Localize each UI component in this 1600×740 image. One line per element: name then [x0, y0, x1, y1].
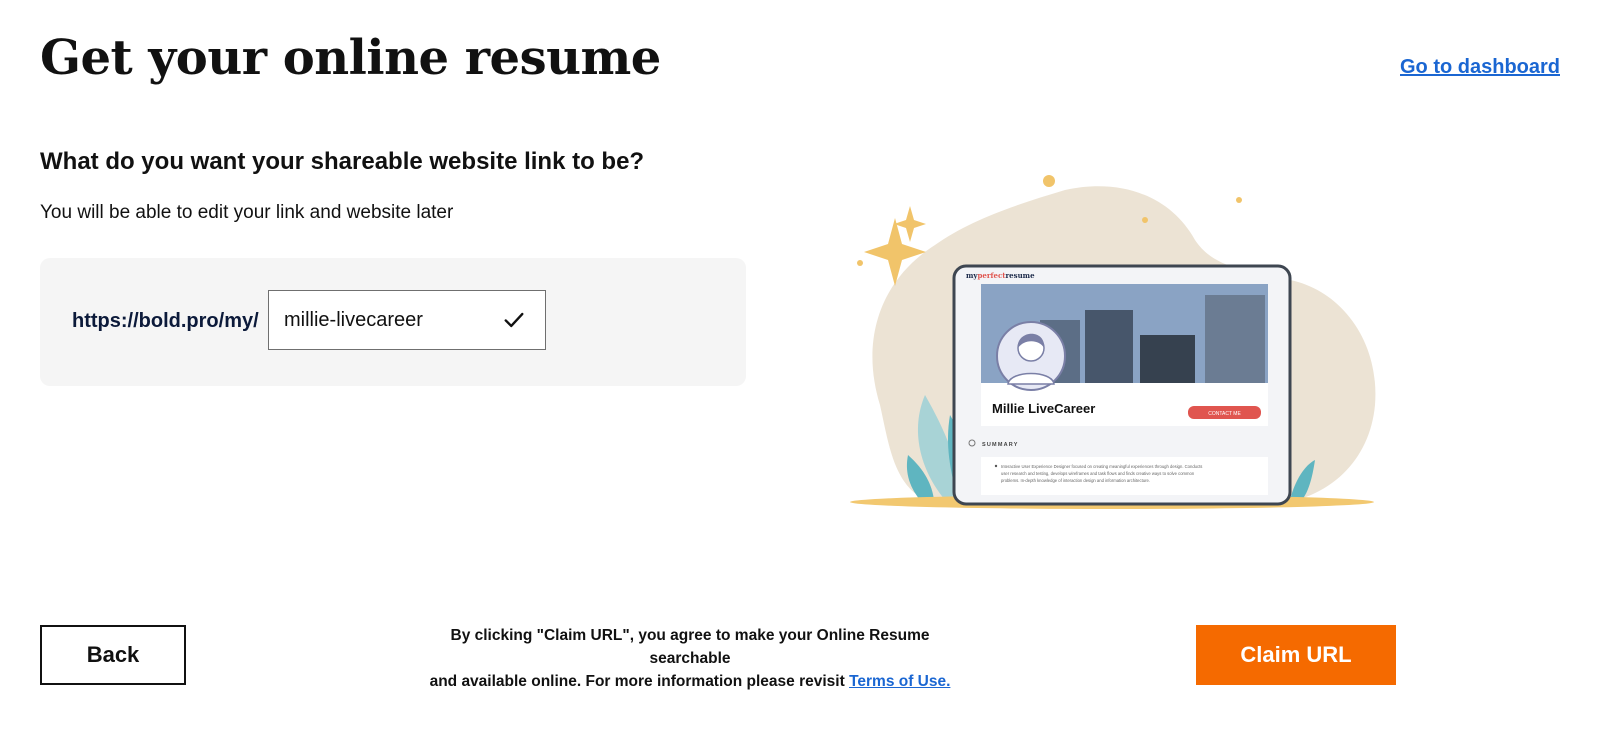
building: [1140, 335, 1195, 383]
go-to-dashboard-link[interactable]: Go to dashboard: [1400, 56, 1560, 79]
summary-heading: SUMMARY: [982, 442, 1019, 448]
building: [1085, 310, 1133, 383]
online-resume-illustration: myperfectresume Millie LiveCareer CONTAC…: [850, 175, 1376, 509]
terms-of-use-link[interactable]: Terms of Use.: [849, 673, 950, 690]
slug-field[interactable]: [268, 290, 546, 350]
building: [1205, 295, 1265, 383]
back-button[interactable]: Back: [40, 625, 186, 685]
summary-line: problems. In-depth knowledge of interact…: [1001, 478, 1150, 483]
dot: [1142, 217, 1148, 223]
summary-line: Interactive User Experience Designer foc…: [1001, 464, 1202, 469]
slug-input[interactable]: [269, 291, 489, 349]
helper-text: You will be able to edit your link and w…: [40, 202, 454, 223]
preview-name: Millie LiveCareer: [992, 401, 1095, 416]
legal-notice: By clicking "Claim URL", you agree to ma…: [420, 624, 960, 693]
dot: [857, 260, 863, 266]
dot: [1236, 197, 1242, 203]
url-prefix: https://bold.pro/my/: [72, 310, 259, 332]
page-title: Get your online resume: [40, 30, 661, 86]
claim-url-button[interactable]: Claim URL: [1196, 625, 1396, 685]
legal-line-2: and available online. For more informati…: [429, 673, 845, 690]
link-question-heading: What do you want your shareable website …: [40, 148, 645, 175]
check-icon: [504, 312, 524, 328]
bullet: [994, 464, 998, 468]
summary-line: user research and testing, develops wire…: [1001, 471, 1195, 476]
url-panel: https://bold.pro/my/: [40, 258, 746, 386]
summary-box: [981, 457, 1268, 495]
contact-me-label: CONTACT ME: [1208, 411, 1241, 417]
brand-logo: myperfectresume: [966, 271, 1035, 280]
dot: [1043, 175, 1055, 187]
legal-line-1: By clicking "Claim URL", you agree to ma…: [450, 627, 930, 667]
